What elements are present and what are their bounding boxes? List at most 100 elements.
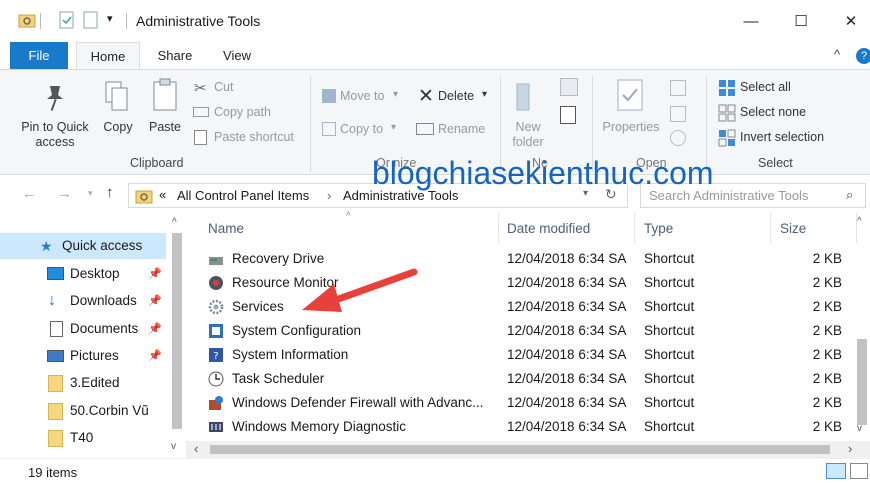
nav-item-label: T40 xyxy=(70,430,94,445)
tab-view[interactable]: View xyxy=(212,42,262,69)
nav-item-downloads[interactable]: ↓ Downloads 📌 xyxy=(0,288,170,314)
delete-dropdown-icon[interactable]: ▾ xyxy=(482,89,487,100)
edit-icon[interactable] xyxy=(670,106,686,122)
table-row[interactable]: Windows Memory Diagnostic 12/04/2018 6:3… xyxy=(186,415,856,439)
select-group-label: Select xyxy=(758,156,793,170)
copy-path-button[interactable]: Copy path xyxy=(214,105,271,120)
folder-icon xyxy=(48,375,63,392)
move-to-button[interactable]: Move to xyxy=(340,89,384,104)
admin-tools-folder-icon[interactable] xyxy=(18,11,36,29)
nav-item-label: Downloads xyxy=(70,293,137,308)
scroll-down-icon[interactable]: v xyxy=(857,423,862,434)
scroll-up-icon[interactable]: ^ xyxy=(857,216,862,227)
vertical-scrollbar[interactable]: ^ v xyxy=(854,213,870,441)
search-icon[interactable]: ⌕ xyxy=(846,187,853,203)
copy-to-dropdown-icon[interactable]: ▾ xyxy=(391,122,396,133)
tab-home[interactable]: Home xyxy=(76,42,140,69)
qat-dropdown-icon[interactable]: ▾ xyxy=(107,12,113,25)
invert-selection-button[interactable]: Invert selection xyxy=(740,130,824,145)
pin-icon[interactable]: 📌 xyxy=(148,316,162,342)
pin-icon[interactable]: 📌 xyxy=(148,343,162,369)
scroll-down-icon[interactable]: v xyxy=(171,441,176,452)
nav-item-50-corbin-vu[interactable]: 50.Corbin Vũ xyxy=(0,398,170,424)
column-divider[interactable] xyxy=(770,213,771,243)
close-button[interactable]: ✕ xyxy=(828,6,870,38)
delete-button[interactable]: Delete xyxy=(438,89,474,104)
history-icon[interactable] xyxy=(670,130,686,146)
back-arrow-icon[interactable]: ← xyxy=(22,185,37,202)
column-header-name[interactable]: Name xyxy=(208,221,244,236)
pin-icon[interactable]: 📌 xyxy=(148,288,162,314)
new-item-icon[interactable] xyxy=(560,78,578,96)
paste-button[interactable]: Paste xyxy=(144,120,186,135)
new-folder-button[interactable]: New folder xyxy=(506,120,550,150)
table-row[interactable]: Task Scheduler 12/04/2018 6:34 SA Shortc… xyxy=(186,367,856,391)
column-header-date-modified[interactable]: Date modified xyxy=(507,221,590,236)
table-row[interactable]: Resource Monitor 12/04/2018 6:34 SA Shor… xyxy=(186,271,856,295)
minimize-button[interactable]: — xyxy=(728,6,774,38)
column-header-size[interactable]: Size xyxy=(780,221,806,236)
file-type: Shortcut xyxy=(644,275,695,290)
properties-qat-icon[interactable] xyxy=(58,11,76,29)
nav-scroll-thumb[interactable] xyxy=(172,233,182,429)
table-row[interactable]: Services 12/04/2018 6:34 SA Shortcut 2 K… xyxy=(186,295,856,319)
column-divider[interactable] xyxy=(634,213,635,243)
scroll-right-icon[interactable]: › xyxy=(848,441,852,456)
copy-button[interactable]: Copy xyxy=(98,120,138,135)
horizontal-scroll-thumb[interactable] xyxy=(210,445,830,454)
up-arrow-icon[interactable]: ↑ xyxy=(106,184,114,201)
tab-share[interactable]: Share xyxy=(150,42,200,69)
rename-button[interactable]: Rename xyxy=(438,122,485,137)
column-header-type[interactable]: Type xyxy=(644,221,673,236)
paste-shortcut-icon xyxy=(194,130,207,145)
scroll-left-icon[interactable]: ‹ xyxy=(194,441,198,456)
table-row[interactable]: System Configuration 12/04/2018 6:34 SA … xyxy=(186,319,856,343)
table-row[interactable]: Recovery Drive 12/04/2018 6:34 SA Shortc… xyxy=(186,247,856,271)
tab-file[interactable]: File xyxy=(10,42,68,69)
details-view-icon[interactable] xyxy=(826,463,846,479)
recent-locations-icon[interactable]: ▾ xyxy=(88,188,93,199)
file-date: 12/04/2018 6:34 SA xyxy=(507,371,627,386)
nav-item-documents[interactable]: Documents 📌 xyxy=(0,316,170,342)
nav-item-label: Documents xyxy=(70,321,139,336)
copy-to-icon xyxy=(322,122,336,136)
table-row[interactable]: ? System Information 12/04/2018 6:34 SA … xyxy=(186,343,856,367)
select-none-icon xyxy=(718,104,736,122)
move-to-dropdown-icon[interactable]: ▾ xyxy=(393,89,398,100)
easy-access-icon[interactable] xyxy=(560,106,576,124)
copy-to-button[interactable]: Copy to xyxy=(340,122,383,137)
horizontal-scrollbar[interactable]: ‹ › xyxy=(186,441,870,458)
nav-quick-access[interactable]: ★ Quick access xyxy=(0,233,166,259)
breadcrumb-all-control-panel-items[interactable]: All Control Panel Items xyxy=(177,188,309,203)
large-icons-view-icon[interactable] xyxy=(850,463,868,479)
nav-item-t40[interactable]: T40 xyxy=(0,425,170,451)
nav-item-pictures[interactable]: Pictures 📌 xyxy=(0,343,170,369)
scroll-up-icon[interactable]: ^ xyxy=(172,217,177,228)
properties-button[interactable]: Properties xyxy=(598,120,664,135)
maximize-button[interactable]: ☐ xyxy=(778,6,824,38)
nav-item-label: Pictures xyxy=(70,348,119,363)
cut-icon: ✂ xyxy=(194,80,207,97)
file-name: System Information xyxy=(232,347,349,362)
column-divider[interactable] xyxy=(498,213,499,243)
select-all-button[interactable]: Select all xyxy=(740,80,791,95)
select-none-button[interactable]: Select none xyxy=(740,105,806,120)
new-folder-qat-icon[interactable] xyxy=(82,11,100,29)
breadcrumb-overflow[interactable]: « xyxy=(159,187,166,202)
copy-path-icon xyxy=(193,107,209,117)
svg-text:?: ? xyxy=(213,351,218,362)
nav-scrollbar[interactable]: ^ v xyxy=(168,213,186,458)
star-icon: ★ xyxy=(40,238,53,254)
vertical-scroll-thumb[interactable] xyxy=(857,339,867,425)
nav-item-3-edited[interactable]: 3.Edited xyxy=(0,370,170,396)
nav-item-desktop[interactable]: Desktop 📌 xyxy=(0,261,170,287)
help-icon[interactable]: ? xyxy=(856,48,870,64)
collapse-ribbon-icon[interactable]: ^ xyxy=(834,47,840,62)
open-icon[interactable] xyxy=(670,80,686,96)
cut-button[interactable]: Cut xyxy=(214,80,233,95)
forward-arrow-icon[interactable]: → xyxy=(57,185,72,202)
pin-to-quick-access-button[interactable]: Pin to Quick access xyxy=(16,120,94,150)
paste-shortcut-button[interactable]: Paste shortcut xyxy=(214,130,294,145)
table-row[interactable]: Windows Defender Firewall with Advanc...… xyxy=(186,391,856,415)
pin-icon[interactable]: 📌 xyxy=(148,261,162,287)
